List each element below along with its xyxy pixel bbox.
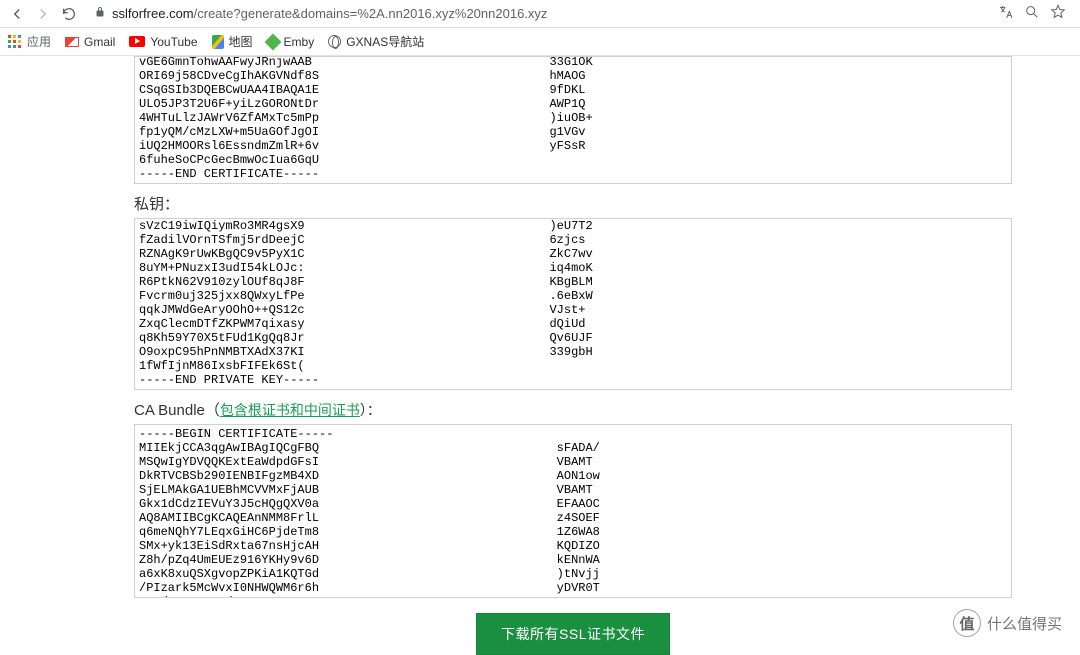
gxnas-label: GXNAS导航站 [346,33,424,50]
watermark-icon: 值 [953,609,981,637]
bookmark-maps[interactable]: 地图 [212,33,253,50]
bookmark-gxnas[interactable]: GXNAS导航站 [328,33,424,50]
bookmark-star-icon[interactable] [1050,4,1066,23]
zoom-icon[interactable] [1024,4,1040,23]
gmail-icon [65,37,79,47]
bookmark-bar: 应用 Gmail YouTube 地图 Emby GXNAS导航站 [0,28,1080,56]
address-bar[interactable]: sslforfree.com/create?generate&domains=%… [84,3,986,25]
ca-bundle-suffix: ）： [360,402,381,418]
youtube-icon [129,36,145,47]
ca-bundle-label: CA Bundle（包含根证书和中间证书）： [134,393,1012,424]
bookmark-gmail[interactable]: Gmail [65,35,115,49]
back-button[interactable] [6,3,28,25]
apps-grid-icon [8,35,22,49]
watermark: 值 什么值得买 [953,609,1062,637]
ca-bundle-textarea[interactable] [134,424,1012,598]
url-path: /create?generate&domains=%2A.nn2016.xyz%… [194,6,548,21]
watermark-text: 什么值得买 [987,613,1062,634]
ca-bundle-prefix: CA Bundle（ [134,402,220,419]
youtube-label: YouTube [150,35,197,49]
apps-label: 应用 [27,33,51,50]
forward-button[interactable] [32,3,54,25]
private-key-textarea[interactable] [134,218,1012,390]
emby-label: Emby [284,35,315,49]
bookmark-youtube[interactable]: YouTube [129,35,197,49]
url-host: sslforfree.com [112,6,194,21]
bookmark-emby[interactable]: Emby [267,35,315,49]
apps-shortcut[interactable]: 应用 [8,33,51,50]
toolbar-actions [990,4,1074,23]
globe-icon [328,35,341,48]
ca-bundle-link[interactable]: 包含根证书和中间证书 [220,402,360,418]
gmail-label: Gmail [84,35,115,49]
browser-toolbar: sslforfree.com/create?generate&domains=%… [0,0,1080,28]
reload-button[interactable] [58,3,80,25]
page-content: 私钥： CA Bundle（包含根证书和中间证书）： 下载所有SSL证书文件 [0,56,1012,655]
maps-label: 地图 [229,33,253,50]
private-key-label: 私钥： [134,187,1012,218]
translate-icon[interactable] [998,4,1014,23]
maps-icon [212,35,224,49]
certificate-textarea[interactable] [134,56,1012,184]
download-button-wrap: 下载所有SSL证书文件 [134,601,1012,655]
secure-lock-icon [94,6,106,21]
emby-icon [264,33,281,50]
